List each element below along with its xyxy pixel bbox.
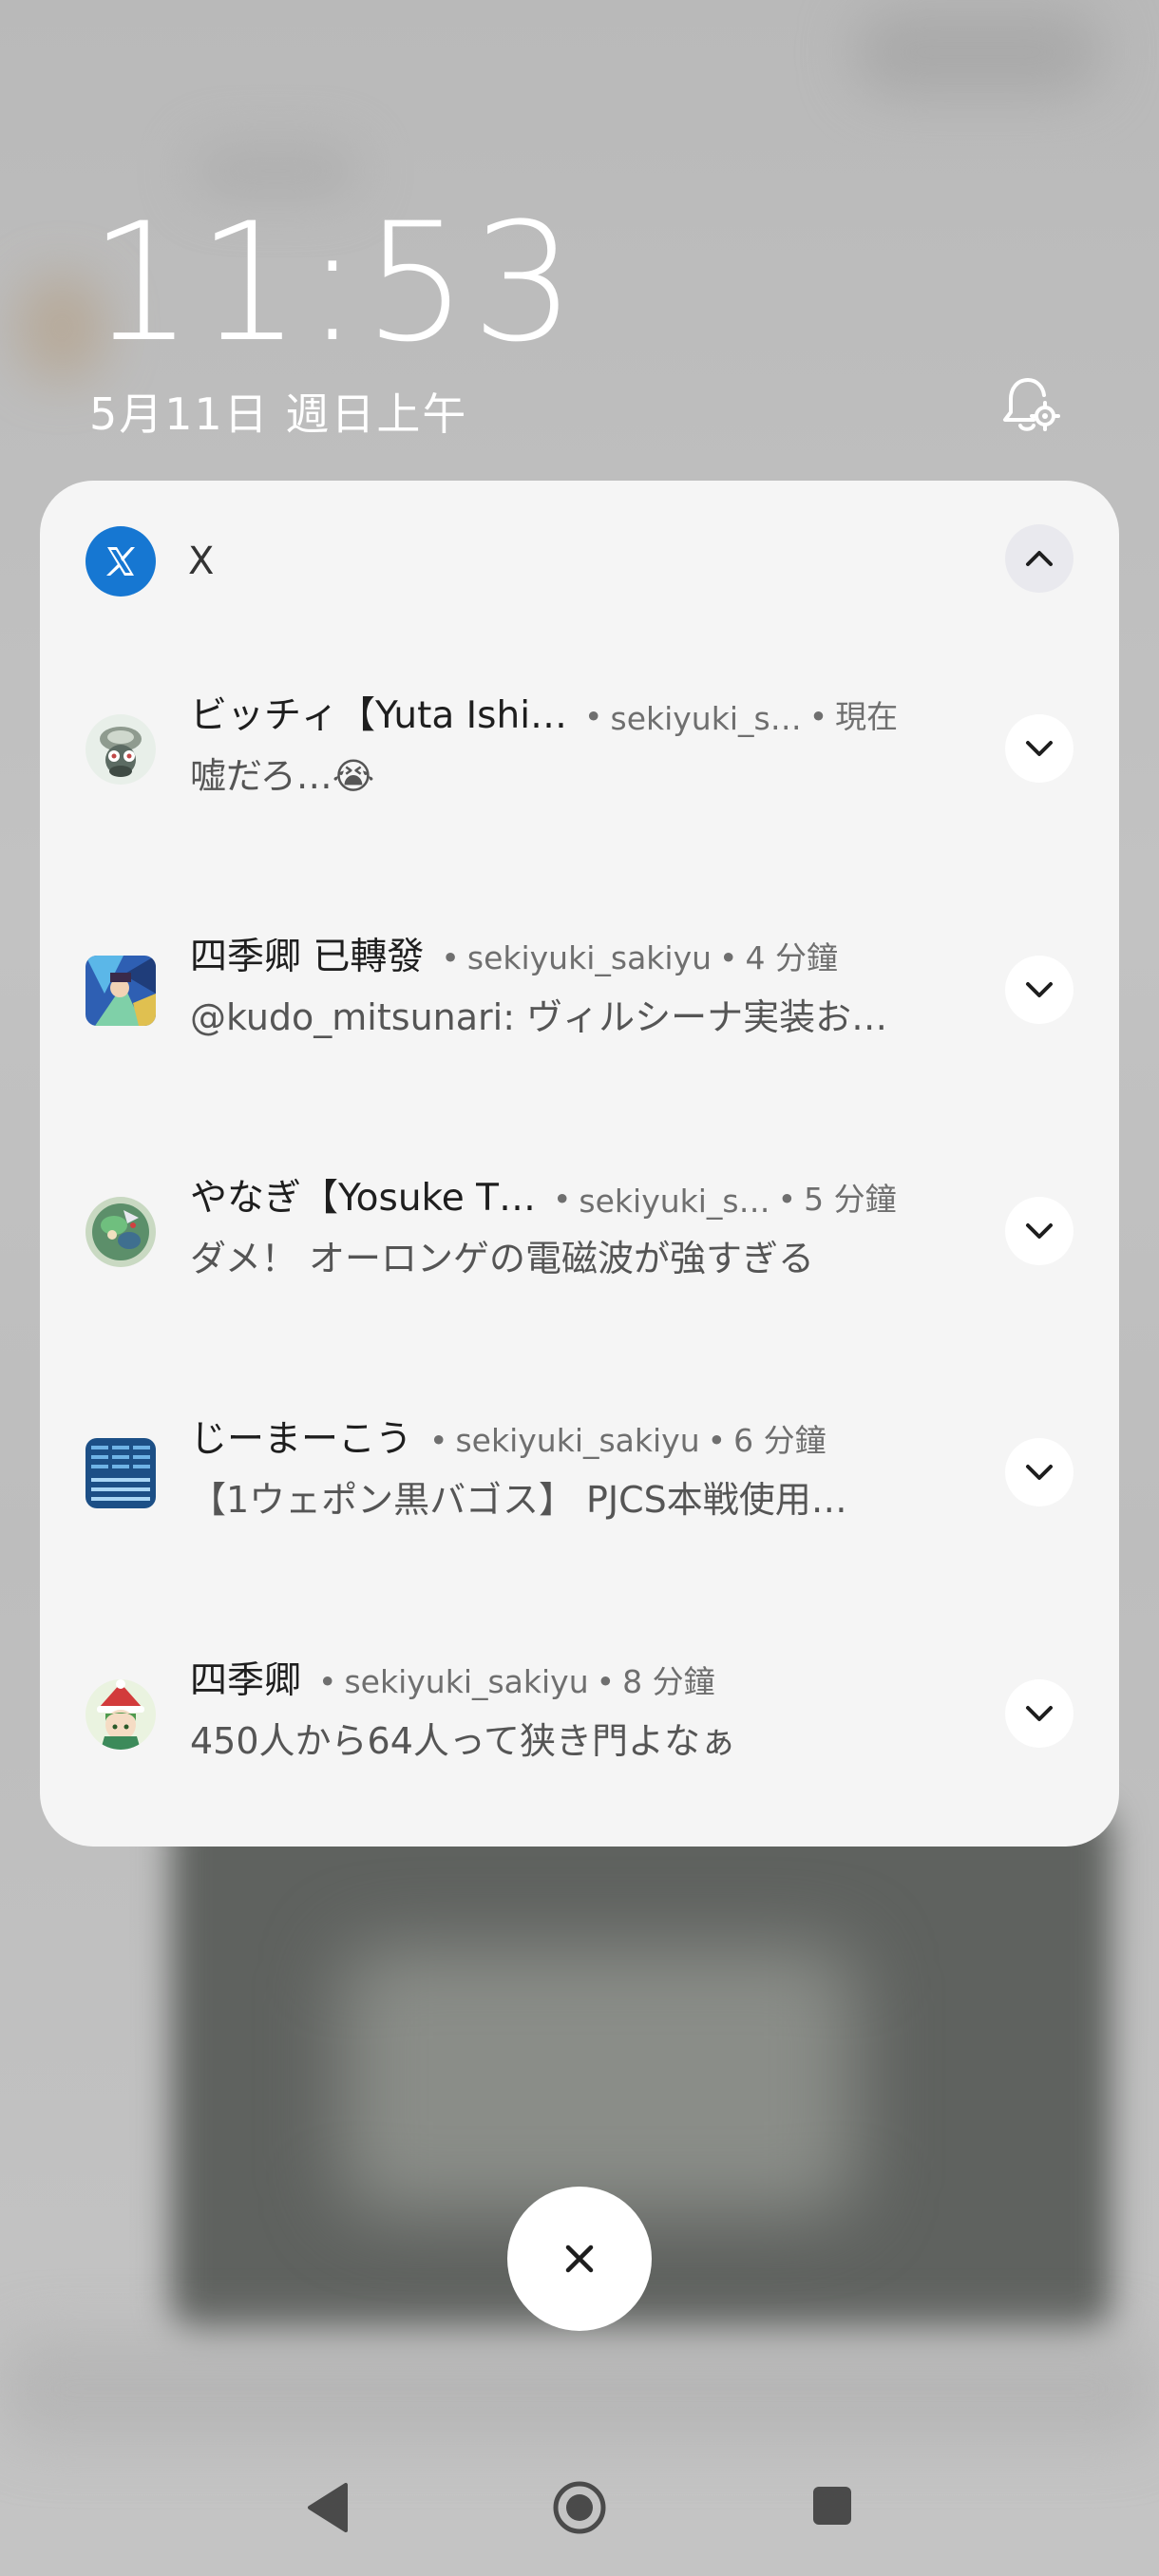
wallpaper-blur <box>342 1947 855 2213</box>
notification-item[interactable]: ビッチィ【Yuta Ishi… • sekiyuki_s… • 現在 嘘だろ…😭 <box>40 686 1119 876</box>
close-icon <box>565 2245 594 2273</box>
avatar <box>86 1438 156 1508</box>
notification-header-line: ビッチィ【Yuta Ishi… • sekiyuki_s… • 現在 <box>190 686 998 739</box>
sender-handle: sekiyuki_sakiyu <box>466 939 712 976</box>
notification-meta: • sekiyuki_s… • 現在 <box>584 698 899 737</box>
collapse-button[interactable] <box>1005 524 1074 593</box>
notification-header-line: 四季卿 已轉發 • sekiyuki_sakiyu • 4 分鐘 <box>190 927 998 980</box>
avatar <box>86 1197 156 1267</box>
expand-button[interactable] <box>1005 956 1074 1024</box>
expand-button[interactable] <box>1005 1197 1074 1265</box>
chevron-down-icon <box>1026 1706 1053 1721</box>
notification-time: 5 分鐘 <box>804 1181 897 1218</box>
notification-group-card[interactable]: X ビッチィ【Yuta Ishi… • sekiyuki_s… • 現在 嘘だろ… <box>40 481 1119 1847</box>
chevron-down-icon <box>1026 1465 1053 1480</box>
avatar <box>86 714 156 785</box>
app-name: X <box>188 540 215 583</box>
recents-square-icon[interactable] <box>811 2485 853 2527</box>
wallpaper-blur <box>0 2337 1159 2441</box>
expand-button[interactable] <box>1005 714 1074 783</box>
notification-message: 嘘だろ…😭 <box>190 755 375 797</box>
notification-time: 8 分鐘 <box>622 1663 715 1700</box>
notification-meta: • sekiyuki_sakiyu • 8 分鐘 <box>318 1663 715 1700</box>
notification-message: @kudo_mitsunari: ヴィルシーナ実装お… <box>190 996 888 1038</box>
notification-message: 450人から64人って狭き門よなぁ <box>190 1720 736 1762</box>
notification-item[interactable]: 四季卿 已轉發 • sekiyuki_sakiyu • 4 分鐘 @kudo_mits… <box>40 927 1119 1117</box>
back-triangle-icon[interactable] <box>302 2479 355 2536</box>
notification-meta: • sekiyuki_sakiyu • 4 分鐘 <box>441 939 838 976</box>
dismiss-all-button[interactable] <box>507 2187 652 2331</box>
notification-item[interactable]: やなぎ【Yosuke T… • sekiyuki_s… • 5 分鐘 ダメ！ オーロン… <box>40 1168 1119 1358</box>
notification-header-line: じーまーこう • sekiyuki_sakiyu • 6 分鐘 <box>190 1410 998 1463</box>
sender-handle: sekiyuki_sakiyu <box>344 1663 589 1700</box>
avatar <box>86 956 156 1026</box>
sender-name: ビッチィ【Yuta Ishi… <box>190 694 568 737</box>
expand-button[interactable] <box>1005 1679 1074 1748</box>
sender-name: 四季卿 <box>190 1659 302 1702</box>
expand-button[interactable] <box>1005 1438 1074 1506</box>
bell-gear-icon[interactable] <box>996 372 1064 441</box>
notification-meta: • sekiyuki_sakiyu • 6 分鐘 <box>429 1422 826 1459</box>
home-circle-icon[interactable] <box>551 2479 608 2536</box>
x-logo-icon <box>86 526 156 597</box>
notification-item[interactable]: 四季卿 • sekiyuki_sakiyu • 8 分鐘 450人から64人って狭き門… <box>40 1651 1119 1841</box>
notification-message: 【1ウェポン黒バゴス】 PJCS本戦使用… <box>190 1479 847 1521</box>
sender-name: やなぎ【Yosuke T… <box>190 1177 536 1220</box>
lockscreen-date: 5月11日 週日上午 <box>89 388 468 440</box>
sender-handle: sekiyuki_s… <box>579 1183 770 1220</box>
notification-meta: • sekiyuki_s… • 5 分鐘 <box>552 1181 897 1220</box>
notification-message: ダメ！ オーロンゲの電磁波が強すぎる <box>190 1238 814 1279</box>
notification-time: 現在 <box>835 698 899 735</box>
sender-name: 四季卿 已轉發 <box>190 936 425 978</box>
notification-time: 6 分鐘 <box>733 1422 826 1459</box>
lock-screen: 11:53 5月11日 週日上午 X ビッチィ【Yuta Ishi… • sek… <box>0 0 1159 2576</box>
notification-time: 4 分鐘 <box>745 939 838 976</box>
notification-header-line: 四季卿 • sekiyuki_sakiyu • 8 分鐘 <box>190 1651 998 1704</box>
sender-name: じーまーこう <box>190 1418 413 1461</box>
lockscreen-clock: 11:53 <box>89 187 580 378</box>
wallpaper-blur <box>855 9 1102 95</box>
chevron-down-icon <box>1026 982 1053 997</box>
avatar <box>86 1679 156 1750</box>
chevron-down-icon <box>1026 741 1053 756</box>
notification-item[interactable]: じーまーこう • sekiyuki_sakiyu • 6 分鐘 【1ウェポン黒バゴス】… <box>40 1410 1119 1600</box>
chevron-up-icon <box>1026 551 1053 566</box>
navigation-bar <box>0 2451 1159 2565</box>
sender-handle: sekiyuki_sakiyu <box>455 1422 700 1459</box>
notification-header-line: やなぎ【Yosuke T… • sekiyuki_s… • 5 分鐘 <box>190 1168 998 1222</box>
chevron-down-icon <box>1026 1223 1053 1239</box>
notification-group-header[interactable]: X <box>40 481 1119 642</box>
sender-handle: sekiyuki_s… <box>610 700 802 737</box>
